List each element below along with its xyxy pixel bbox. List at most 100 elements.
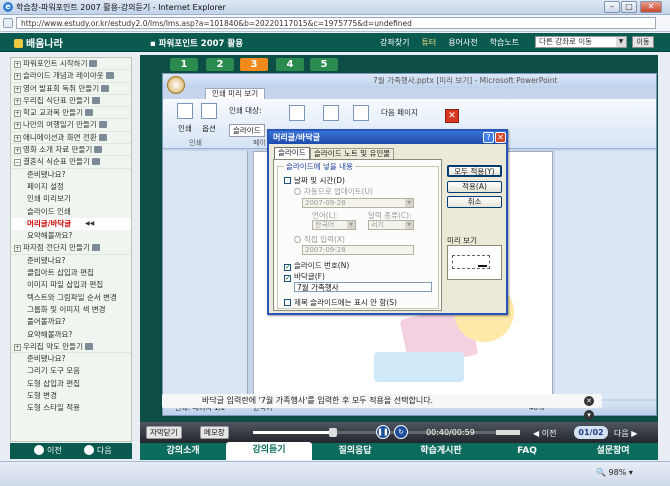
- printer-icon[interactable]: [84, 342, 93, 350]
- prev-page-button[interactable]: ◀ 이전: [533, 428, 556, 439]
- memo-button[interactable]: 메모장: [200, 426, 229, 439]
- tab-notes-handouts[interactable]: 슬라이드 노트 및 유인물: [310, 148, 395, 159]
- sidebar-item[interactable]: − 결혼식 식순표 만들기: [11, 156, 131, 169]
- next-page-button[interactable]: 다음 ▶: [614, 428, 637, 439]
- url-field[interactable]: http://www.estudy.or.kr/estudy2.0/lms/lm…: [16, 17, 656, 29]
- title-slide-checkbox[interactable]: 제목 슬라이드에는 표시 안 함(S): [284, 297, 397, 308]
- printer-icon[interactable]: [89, 60, 98, 67]
- printer-icon[interactable]: [91, 244, 100, 252]
- sidebar-subitem[interactable]: 요약해볼까요?: [11, 230, 131, 242]
- go-button[interactable]: 이동: [632, 36, 654, 48]
- tab-print-preview[interactable]: 인쇄 미리 보기: [205, 88, 266, 99]
- site-logo[interactable]: 배움나라: [14, 35, 63, 50]
- printer-icon[interactable]: [101, 84, 110, 92]
- sidebar-subitem[interactable]: 이미지 파일 삽입과 편집: [11, 279, 131, 291]
- language-select[interactable]: 한국어 ▼: [312, 220, 356, 230]
- slide-number-checkbox[interactable]: ✓ 슬라이드 번호(N): [284, 260, 349, 271]
- tab-course-intro[interactable]: 강의소개: [140, 443, 226, 460]
- sidebar-item[interactable]: + 파자점 전단지 만들기: [11, 242, 131, 255]
- calendar-select[interactable]: 서기 ▼: [368, 220, 414, 230]
- page-tab-3[interactable]: 3: [240, 58, 268, 71]
- auto-update-radio[interactable]: 자동으로 업데이트(U): [294, 186, 373, 197]
- tab-faq[interactable]: FAQ: [484, 443, 570, 460]
- sidebar-item[interactable]: + 우리집 약도 만들기: [11, 341, 131, 354]
- page-setup-icon[interactable]: [289, 105, 305, 121]
- dialog-close-icon[interactable]: ✕: [495, 132, 506, 143]
- sidebar-subitem[interactable]: 텍스트와 그림파일 순서 변경: [11, 292, 131, 304]
- link-notes[interactable]: 학습노트: [490, 38, 519, 47]
- auto-date-select[interactable]: 2007-09-28 ▼: [302, 198, 414, 208]
- options-icon[interactable]: [201, 103, 217, 119]
- print-button[interactable]: 인쇄: [178, 123, 192, 134]
- close-preview-icon[interactable]: ✕: [445, 109, 459, 123]
- caption-toggle-icon[interactable]: ▾: [584, 410, 594, 420]
- course-select[interactable]: 다른 강좌로 이동 ▼: [535, 36, 627, 48]
- sidebar-subitem[interactable]: 슬라이드 인쇄: [11, 206, 131, 218]
- tab-survey[interactable]: 설문참여: [570, 443, 656, 460]
- sidebar-item[interactable]: + 나만의 여행일기 만들기: [11, 119, 131, 132]
- sidebar-item[interactable]: + 학교 교과목 만들기: [11, 107, 131, 120]
- sidebar-item[interactable]: + 파워포인트 시작하기: [11, 58, 131, 71]
- sidebar-item[interactable]: + 영어 발표회 독취 만들기: [11, 83, 131, 95]
- page-tab-5[interactable]: 5: [310, 58, 338, 71]
- sidebar-subitem[interactable]: 인쇄 미리보기: [11, 193, 131, 205]
- sidebar-subitem[interactable]: 요약해볼까요?: [11, 329, 131, 341]
- fit-window-icon[interactable]: [353, 105, 369, 121]
- printer-icon[interactable]: [105, 72, 114, 80]
- volume-slider[interactable]: [496, 430, 520, 435]
- sidebar-subitem[interactable]: 준비됐나요?: [11, 255, 131, 267]
- sidebar-next-button[interactable]: 다음: [84, 445, 112, 457]
- printer-icon[interactable]: [177, 103, 193, 119]
- link-find-course[interactable]: 강좌찾기: [380, 38, 409, 47]
- fixed-radio[interactable]: 직접 입력(X): [294, 234, 345, 245]
- sidebar-subitem[interactable]: 도형 변경: [11, 390, 131, 402]
- replay-icon[interactable]: ↻: [394, 425, 408, 439]
- link-glossary[interactable]: 용어사전: [448, 38, 477, 47]
- sidebar-item[interactable]: + 영화 소개 자료 만들기: [11, 144, 131, 157]
- link-tutor[interactable]: 튜터: [421, 38, 436, 47]
- printer-icon[interactable]: [84, 109, 93, 117]
- footer-checkbox[interactable]: ✓ 바닥글(F): [284, 271, 325, 282]
- zoom-level[interactable]: 🔍 98% ▾: [596, 468, 633, 477]
- fixed-date-field[interactable]: 2007-09-28: [302, 245, 414, 255]
- subtitle-close-button[interactable]: 자막닫기: [146, 426, 182, 439]
- close-button[interactable]: ✕: [640, 1, 662, 13]
- sidebar-subitem[interactable]: 준비됐나요?: [11, 169, 131, 181]
- pause-icon[interactable]: ❚❚: [376, 425, 390, 439]
- caption-close-icon[interactable]: ✕: [584, 396, 594, 406]
- sidebar-subitem[interactable]: 그리기 도구 모음: [11, 365, 131, 377]
- sidebar-subitem[interactable]: 페이지 설정: [11, 181, 131, 193]
- maximize-button[interactable]: □: [621, 1, 637, 13]
- footer-input[interactable]: 7월 가족행사: [294, 282, 432, 292]
- page-tab-4[interactable]: 4: [276, 58, 304, 71]
- printer-icon[interactable]: [91, 96, 100, 104]
- sidebar-subitem[interactable]: 준비됐나요?: [11, 353, 131, 365]
- sidebar-subitem[interactable]: 도형 삽입과 편집: [11, 378, 131, 390]
- sidebar-subitem[interactable]: 그룹화 및 이미지 색 변경: [11, 304, 131, 316]
- printer-icon[interactable]: [98, 121, 107, 129]
- sidebar-item[interactable]: + 애니메이션과 화면 전환: [11, 132, 131, 145]
- help-icon[interactable]: ?: [483, 132, 494, 143]
- apply-all-button[interactable]: 모두 적용(Y): [447, 165, 502, 177]
- printer-icon[interactable]: [94, 146, 103, 154]
- minimize-button[interactable]: –: [604, 1, 620, 13]
- seek-handle[interactable]: [329, 428, 337, 437]
- sidebar-subitem-current[interactable]: 머리글/바닥글: [11, 217, 131, 231]
- printer-icon[interactable]: [98, 133, 107, 141]
- tab-board[interactable]: 학습게시판: [398, 443, 484, 460]
- tab-slide[interactable]: 슬라이드: [274, 147, 310, 159]
- page-tab-2[interactable]: 2: [206, 58, 234, 71]
- apply-button[interactable]: 적용(A): [447, 181, 502, 193]
- next-page-button[interactable]: 다음 페이지: [381, 107, 418, 118]
- print-target-select[interactable]: 슬라이드: [229, 124, 265, 137]
- sidebar-subitem[interactable]: 클립아트 삽입과 편집: [11, 267, 131, 279]
- date-time-checkbox[interactable]: 날짜 및 시간(D): [284, 175, 345, 186]
- printer-icon[interactable]: [91, 158, 100, 166]
- page-tab-1[interactable]: 1: [170, 58, 198, 71]
- tab-lecture[interactable]: 강의듣기: [226, 442, 312, 460]
- sidebar-item[interactable]: + 슬라이드 개념과 레이아웃: [11, 70, 131, 83]
- sidebar-prev-button[interactable]: 이전: [34, 445, 62, 457]
- sidebar-subitem[interactable]: 풀어볼까요?: [11, 316, 131, 328]
- sidebar-item[interactable]: + 우리집 식단표 만들기: [11, 95, 131, 108]
- zoom-icon[interactable]: [323, 105, 339, 121]
